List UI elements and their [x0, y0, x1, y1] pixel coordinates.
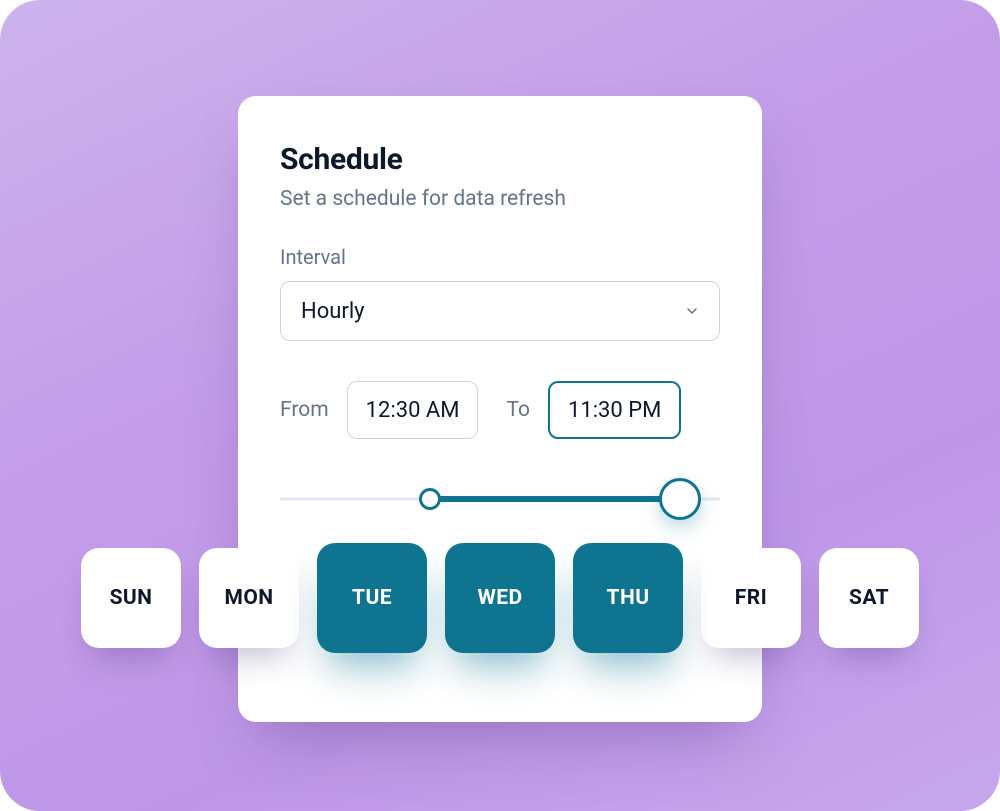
interval-value: Hourly	[301, 299, 365, 324]
day-thu[interactable]: THU	[573, 543, 683, 653]
to-time-input[interactable]: 11:30 PM	[548, 381, 681, 439]
day-label: MON	[225, 586, 274, 610]
to-time-value: 11:30 PM	[568, 398, 661, 423]
day-wed[interactable]: WED	[445, 543, 555, 653]
day-mon[interactable]: MON	[199, 548, 299, 648]
slider-handle-start[interactable]	[419, 488, 441, 510]
chevron-down-icon	[685, 304, 699, 318]
card-title: Schedule	[280, 142, 720, 177]
slider-track-fill	[430, 496, 681, 502]
day-label: TUE	[352, 586, 392, 610]
slider-handle-end[interactable]	[659, 478, 701, 520]
app-backdrop: Schedule Set a schedule for data refresh…	[0, 0, 1000, 811]
from-time-input[interactable]: 12:30 AM	[347, 381, 479, 439]
time-range-row: From 12:30 AM To 11:30 PM	[280, 381, 720, 439]
day-sun[interactable]: SUN	[81, 548, 181, 648]
day-label: SAT	[849, 586, 889, 610]
day-picker: SUN MON TUE WED THU FRI SAT	[81, 548, 919, 658]
day-sat[interactable]: SAT	[819, 548, 919, 648]
from-time-value: 12:30 AM	[366, 398, 460, 423]
day-label: THU	[607, 586, 650, 610]
from-label: From	[280, 398, 329, 422]
interval-label: Interval	[280, 245, 720, 269]
day-label: FRI	[735, 586, 767, 610]
time-range-slider[interactable]	[280, 479, 720, 519]
interval-select[interactable]: Hourly	[280, 281, 720, 341]
day-label: SUN	[110, 586, 153, 610]
card-subtitle: Set a schedule for data refresh	[280, 187, 720, 211]
day-fri[interactable]: FRI	[701, 548, 801, 648]
to-label: To	[506, 398, 530, 422]
day-label: WED	[477, 586, 522, 610]
day-tue[interactable]: TUE	[317, 543, 427, 653]
